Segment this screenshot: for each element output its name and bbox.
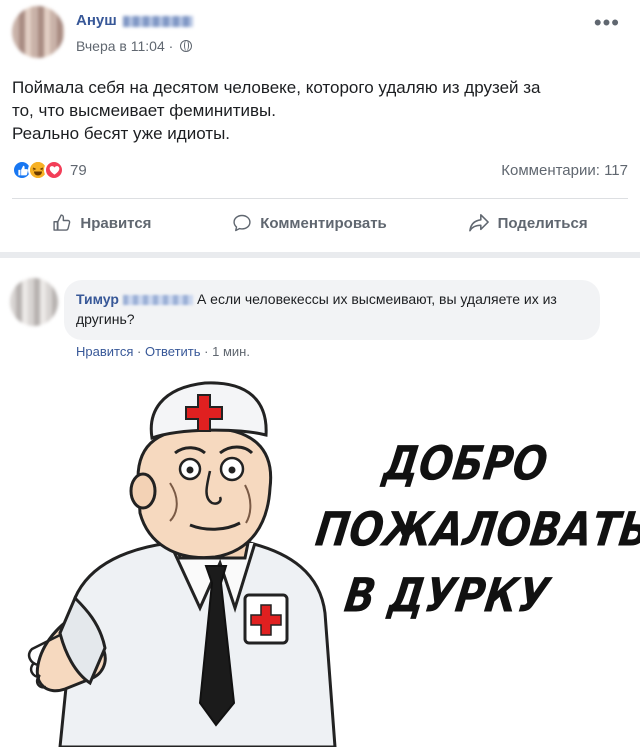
comment-reply-link[interactable]: Ответить: [145, 344, 201, 359]
post-author[interactable]: Ануш: [76, 12, 193, 29]
meme-caption-line: В ДУРКУ: [341, 569, 553, 624]
thumbs-up-icon: [53, 214, 71, 231]
share-label: Поделиться: [497, 214, 588, 232]
comment-like-link[interactable]: Нравится: [76, 344, 133, 359]
meme-caption: ДОБРО ПОЖАЛОВАТЬ В ДУРКУ: [302, 431, 640, 629]
comment: Тимур А если человекессы их высмеивают, в…: [0, 258, 640, 373]
redacted-surname: [122, 295, 193, 306]
reactions-count[interactable]: 79: [70, 162, 87, 179]
post-text-line: то, что высмеивает феминитивы.: [12, 101, 276, 120]
author-avatar[interactable]: [12, 6, 64, 58]
globe-icon: [180, 40, 193, 52]
doctor-illustration: [27, 381, 337, 747]
post-time[interactable]: Вчера в 11:04: [76, 38, 165, 54]
comment-meta: Нравится · Ответить · 1 мин.: [76, 344, 250, 359]
post-author-name[interactable]: Ануш: [76, 12, 117, 29]
comment-icon: [233, 214, 251, 232]
like-label: Нравится: [80, 214, 152, 232]
share-button[interactable]: Поделиться: [468, 213, 588, 233]
comments-count[interactable]: Комментарии: 117: [501, 162, 628, 179]
share-icon: [468, 214, 489, 232]
comment-time[interactable]: 1 мин.: [212, 344, 250, 359]
reactions-summary[interactable]: 79: [12, 160, 87, 180]
comment-author[interactable]: Тимур: [76, 291, 119, 307]
love-icon: [44, 160, 64, 180]
meta-separator: ·: [137, 344, 142, 359]
meme-image: ДОБРО ПОЖАЛОВАТЬ В ДУРКУ: [0, 373, 640, 747]
post: Ануш Вчера в 11:04 · ••• Поймала себя на…: [0, 0, 640, 253]
comment-avatar[interactable]: [10, 278, 58, 326]
comment-bubble: Тимур А если человекессы их высмеивают, в…: [64, 280, 600, 340]
meme-caption-line: ПОЖАЛОВАТЬ: [312, 502, 640, 558]
post-actions: Нравится Комментировать Поделиться: [12, 200, 628, 246]
more-icon[interactable]: •••: [594, 12, 620, 34]
post-text-line: Реально бесят уже идиоты.: [12, 124, 231, 143]
like-button[interactable]: Нравится: [52, 213, 151, 233]
divider: [12, 198, 628, 199]
comment-label: Комментировать: [260, 214, 387, 232]
meme-caption-line: ДОБРО: [379, 436, 551, 492]
comment-button[interactable]: Комментировать: [232, 213, 387, 233]
post-text-line: Поймала себя на десятом человеке, которо…: [12, 78, 541, 97]
redacted-surname: [122, 15, 193, 27]
post-text: Поймала себя на десятом человеке, которо…: [12, 76, 627, 145]
meta-separator: ·: [168, 38, 174, 54]
post-meta: Вчера в 11:04 ·: [76, 38, 193, 54]
meta-separator: ·: [204, 344, 209, 359]
